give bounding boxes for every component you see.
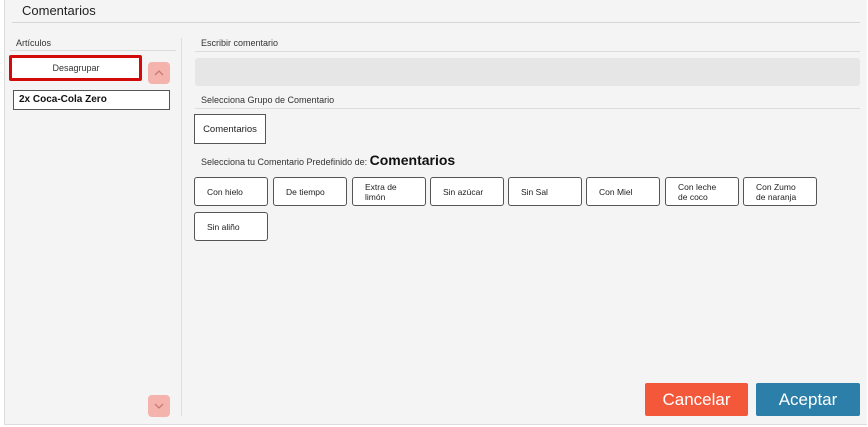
chip-con-zumo-de-naranja[interactable]: Con Zumo de naranja	[743, 177, 817, 206]
articles-panel: Artículos Desagrupar 2x Coca-Cola Zero	[0, 0, 182, 427]
cancel-button[interactable]: Cancelar	[645, 383, 748, 416]
chip-label: Con Zumo de naranja	[756, 181, 797, 202]
predefined-label-text: Selecciona tu Comentario Predefinido de:	[201, 157, 368, 167]
chevron-up-icon	[154, 70, 164, 76]
chip-extra-de-limon[interactable]: Extra de limón	[352, 177, 426, 206]
chip-sin-alino[interactable]: Sin aliño	[194, 212, 268, 241]
chip-sin-azucar[interactable]: Sin azúcar	[430, 177, 504, 206]
comment-input[interactable]	[195, 58, 860, 86]
chip-con-leche-de-coco[interactable]: Con leche de coco	[665, 177, 739, 206]
chip-de-tiempo[interactable]: De tiempo	[273, 177, 347, 206]
chip-label: Con leche de coco	[678, 181, 717, 202]
predefined-group-name: Comentarios	[369, 152, 456, 168]
chevron-down-icon	[154, 403, 164, 409]
scroll-down-button[interactable]	[148, 395, 170, 417]
articles-divider	[10, 50, 176, 51]
accept-button[interactable]: Aceptar	[756, 383, 860, 416]
chip-label: Sin aliño	[207, 221, 240, 232]
chip-con-hielo[interactable]: Con hielo	[194, 177, 268, 206]
chip-label: Extra de limón	[365, 181, 397, 202]
chip-label: Con Miel	[599, 186, 633, 197]
panel-divider	[181, 38, 182, 416]
chip-label: Sin azúcar	[443, 186, 484, 197]
chip-label: Sin Sal	[521, 186, 548, 197]
chip-label: De tiempo	[286, 186, 325, 197]
chip-con-miel[interactable]: Con Miel	[586, 177, 660, 206]
scroll-up-button[interactable]	[148, 62, 170, 84]
ungroup-button[interactable]: Desagrupar	[15, 60, 137, 76]
write-comment-label: Escribir comentario	[201, 38, 279, 48]
group-button-comentarios[interactable]: Comentarios	[194, 114, 266, 144]
group-divider	[195, 108, 860, 109]
predefined-label: Selecciona tu Comentario Predefinido de:…	[201, 152, 455, 168]
articles-label: Artículos	[16, 38, 52, 48]
group-label: Selecciona Grupo de Comentario	[201, 95, 335, 105]
chip-sin-sal[interactable]: Sin Sal	[508, 177, 582, 206]
write-comment-divider	[195, 51, 860, 52]
chip-label: Con hielo	[207, 186, 243, 197]
article-item[interactable]: 2x Coca-Cola Zero	[13, 90, 170, 110]
